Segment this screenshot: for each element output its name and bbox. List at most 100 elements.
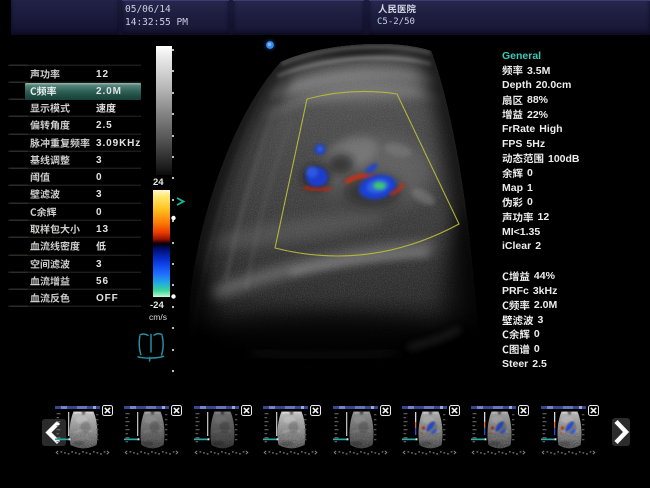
velocity-unit-label: cm/s xyxy=(149,312,167,322)
info-row: 频率3.5M xyxy=(502,64,550,78)
menu-row-8[interactable]: C余辉0 xyxy=(25,204,141,221)
info-label: Steer xyxy=(502,358,528,370)
parameter-value: 0 xyxy=(96,207,102,218)
info-label: 扇区 xyxy=(502,95,523,106)
menu-row-6[interactable]: 阈值0 xyxy=(25,169,141,186)
parameter-value: 3 xyxy=(96,259,102,270)
parameter-label: 阈值 xyxy=(30,172,50,182)
info-label: PRFc xyxy=(502,285,529,297)
filmstrip-next-button[interactable] xyxy=(612,418,630,446)
thumbnail-close-button[interactable] xyxy=(449,405,460,416)
thumbnail-close-button[interactable] xyxy=(380,405,391,416)
info-row: Steer 2.5 xyxy=(502,357,547,371)
info-row: 余辉 0 xyxy=(502,166,533,180)
thumbnail-7[interactable] xyxy=(471,405,526,457)
menu-row-0[interactable]: 声功率12 xyxy=(25,66,141,83)
parameter-value: 13 xyxy=(96,224,109,235)
info-row: C增益44% xyxy=(502,269,555,283)
info-value: 3kHz xyxy=(533,285,558,297)
info-value: 22% xyxy=(527,109,548,121)
info-row: iClear 2 xyxy=(502,239,541,253)
thumbnail-close-button[interactable] xyxy=(518,405,529,416)
menu-row-9[interactable]: 取样包大小 13 xyxy=(25,221,141,238)
info-value: 2.5 xyxy=(532,358,547,370)
parameter-label: 取样包大小 xyxy=(30,224,80,234)
info-label: C频率 xyxy=(502,300,530,311)
info-value: 44% xyxy=(534,270,555,282)
info-value: 2 xyxy=(535,240,541,252)
info-label: 声功率 xyxy=(502,212,534,223)
info-value: 0 xyxy=(534,328,540,340)
info-label: 频率 xyxy=(502,65,523,76)
parameter-value: 56 xyxy=(96,276,109,287)
preset-title: General xyxy=(502,49,541,63)
parameter-label: 偏转角度 xyxy=(30,120,70,130)
thumbnail-5[interactable] xyxy=(333,405,388,457)
info-value: 88% xyxy=(527,94,548,106)
menu-row-13[interactable]: 血流反色OFF xyxy=(25,290,141,307)
thumbnail-close-button[interactable] xyxy=(310,405,321,416)
thumbnail-2[interactable] xyxy=(124,405,179,457)
thumbnail-1[interactable] xyxy=(55,405,110,457)
menu-row-1[interactable]: C频率2.0M xyxy=(25,83,141,100)
info-value: 5Hz xyxy=(526,138,545,150)
close-icon xyxy=(521,408,526,413)
info-row: C频率 2.0M xyxy=(502,298,557,312)
thumbnail-close-button[interactable] xyxy=(588,405,599,416)
info-row: MI<1.35 xyxy=(502,225,544,239)
info-value: 12 xyxy=(538,211,550,223)
close-icon xyxy=(383,408,388,413)
tick-dots xyxy=(169,40,179,390)
close-icon xyxy=(244,408,249,413)
info-row: C图谱 0 xyxy=(502,342,540,356)
parameter-value: 3 xyxy=(96,155,102,166)
thumbnail-close-button[interactable] xyxy=(241,405,252,416)
parameter-label: 壁滤波 xyxy=(30,189,60,199)
menu-row-3[interactable]: 偏转角度2.5 xyxy=(25,117,141,134)
menu-row-2[interactable]: 显示模式速度 xyxy=(25,100,141,117)
info-label: MI<1.35 xyxy=(502,226,540,238)
topbar-segment-hospital: 人民医院C5-2/50 xyxy=(369,0,650,35)
close-icon xyxy=(313,408,318,413)
info-label: 余辉 xyxy=(502,168,523,179)
thumbnail-8[interactable] xyxy=(541,405,596,457)
menu-row-5[interactable]: 基线调整 3 xyxy=(25,152,141,169)
info-row: FrRateHigh xyxy=(502,122,563,136)
body-marker-icon[interactable] xyxy=(136,328,166,362)
info-label: iClear xyxy=(502,240,531,252)
menu-row-10[interactable]: 血流线密度低 xyxy=(25,238,141,255)
info-label: 动态范围 xyxy=(502,153,544,164)
parameter-value: 3.09KHz xyxy=(96,138,141,149)
menu-row-12[interactable]: 血流增益56 xyxy=(25,273,141,290)
parameter-label: 血流反色 xyxy=(30,293,70,303)
parameter-value: 速度 xyxy=(96,103,116,113)
info-label: Map xyxy=(502,182,523,194)
parameter-label: C频率 xyxy=(30,86,57,96)
menu-row-7[interactable]: 壁滤波3 xyxy=(25,186,141,203)
info-row: FPS5Hz xyxy=(502,137,545,151)
info-value: 100dB xyxy=(548,153,580,165)
parameter-label: 基线调整 xyxy=(30,155,70,165)
parameter-label: 血流线密度 xyxy=(30,241,80,251)
thumbnail-4[interactable] xyxy=(263,405,318,457)
info-value: 0 xyxy=(527,167,533,179)
hospital-name: 人民医院 xyxy=(378,4,416,14)
thumbnail-3[interactable] xyxy=(194,405,249,457)
thumbnail-6[interactable] xyxy=(402,405,457,457)
info-value: 2.0M xyxy=(534,299,557,311)
velocity-min-label: -24 xyxy=(150,300,164,311)
info-label: C图谱 xyxy=(502,344,530,355)
info-row: C余辉0 xyxy=(502,327,540,341)
thumbnail-close-button[interactable] xyxy=(171,405,182,416)
ultrasound-screen: 05/06/1414:32:55 PM人民医院C5-2/50声功率12C频率2.… xyxy=(0,0,650,488)
menu-row-11[interactable]: 空间滤波 3 xyxy=(25,256,141,273)
thumbnail-close-button[interactable] xyxy=(102,405,113,416)
info-value: 3 xyxy=(538,314,544,326)
info-value: 20.0cm xyxy=(536,79,572,91)
topbar-segment-blank-mid xyxy=(233,0,364,35)
info-row: 声功率 12 xyxy=(502,210,549,224)
parameter-label: 空间滤波 xyxy=(30,259,70,269)
color-doppler-bar xyxy=(153,190,170,297)
menu-row-4[interactable]: 脉冲重复频率3.09KHz xyxy=(25,135,141,152)
info-value: 0 xyxy=(534,343,540,355)
